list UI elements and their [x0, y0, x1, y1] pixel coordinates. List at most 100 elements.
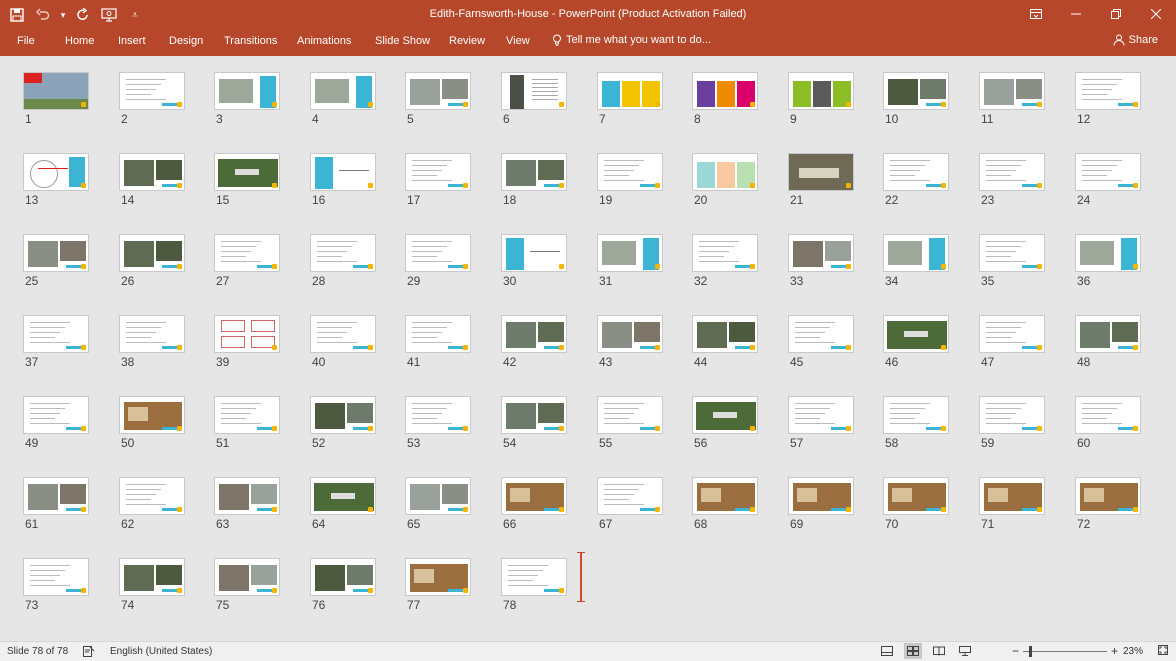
save-icon[interactable]: [6, 4, 28, 26]
slide-thumbnail-14[interactable]: 14: [119, 153, 187, 207]
zoom-thumb[interactable]: [1029, 645, 1033, 657]
slide-thumbnail-19[interactable]: 19: [597, 153, 665, 207]
undo-icon[interactable]: [32, 4, 54, 26]
zoom-out-icon[interactable]: −: [1012, 644, 1019, 658]
undo-dropdown-icon[interactable]: ▾: [58, 4, 68, 26]
zoom-slider[interactable]: − +: [1012, 644, 1118, 658]
slide-thumbnail-13[interactable]: 13: [23, 153, 91, 207]
slide-sorter-view-icon[interactable]: [904, 643, 922, 659]
slide-thumbnail-51[interactable]: 51: [214, 396, 282, 450]
slide-thumbnail-75[interactable]: 75: [214, 558, 282, 612]
customize-qat-icon[interactable]: ⩡: [124, 4, 146, 26]
slide-thumbnail-44[interactable]: 44: [692, 315, 760, 369]
slide-thumbnail-7[interactable]: 7: [597, 72, 665, 126]
slide-thumbnail-46[interactable]: 46: [883, 315, 951, 369]
slide-thumbnail-3[interactable]: 3: [214, 72, 282, 126]
zoom-in-icon[interactable]: +: [1111, 644, 1118, 658]
slide-thumbnail-65[interactable]: 65: [405, 477, 473, 531]
slide-thumbnail-58[interactable]: 58: [883, 396, 951, 450]
tab-insert[interactable]: Insert: [118, 34, 146, 48]
slide-thumbnail-52[interactable]: 52: [310, 396, 378, 450]
slide-thumbnail-55[interactable]: 55: [597, 396, 665, 450]
slide-thumbnail-61[interactable]: 61: [23, 477, 91, 531]
start-presentation-icon[interactable]: [98, 4, 120, 26]
slide-thumbnail-76[interactable]: 76: [310, 558, 378, 612]
slide-thumbnail-33[interactable]: 33: [788, 234, 856, 288]
slide-thumbnail-38[interactable]: 38: [119, 315, 187, 369]
restore-icon[interactable]: [1096, 0, 1136, 28]
slide-thumbnail-42[interactable]: 42: [501, 315, 569, 369]
slide-thumbnail-27[interactable]: 27: [214, 234, 282, 288]
slide-thumbnail-31[interactable]: 31: [597, 234, 665, 288]
tab-home[interactable]: Home: [65, 34, 94, 48]
slide-thumbnail-10[interactable]: 10: [883, 72, 951, 126]
slide-thumbnail-28[interactable]: 28: [310, 234, 378, 288]
slide-thumbnail-40[interactable]: 40: [310, 315, 378, 369]
slide-thumbnail-72[interactable]: 72: [1075, 477, 1143, 531]
tab-design[interactable]: Design: [169, 34, 203, 48]
tab-file[interactable]: File: [17, 34, 35, 48]
slide-thumbnail-68[interactable]: 68: [692, 477, 760, 531]
slide-thumbnail-73[interactable]: 73: [23, 558, 91, 612]
slide-thumbnail-37[interactable]: 37: [23, 315, 91, 369]
slide-thumbnail-70[interactable]: 70: [883, 477, 951, 531]
slide-thumbnail-20[interactable]: 20: [692, 153, 760, 207]
slide-thumbnail-25[interactable]: 25: [23, 234, 91, 288]
slide-thumbnail-29[interactable]: 29: [405, 234, 473, 288]
ribbon-display-options-icon[interactable]: [1016, 0, 1056, 28]
tab-transitions[interactable]: Transitions: [224, 34, 277, 48]
slide-thumbnail-12[interactable]: 12: [1075, 72, 1143, 126]
slide-thumbnail-66[interactable]: 66: [501, 477, 569, 531]
spell-check-icon[interactable]: [83, 645, 95, 660]
slide-thumbnail-49[interactable]: 49: [23, 396, 91, 450]
minimize-icon[interactable]: [1056, 0, 1096, 28]
slide-thumbnail-21[interactable]: 21: [788, 153, 856, 207]
slide-thumbnail-62[interactable]: 62: [119, 477, 187, 531]
slide-thumbnail-32[interactable]: 32: [692, 234, 760, 288]
slide-thumbnail-36[interactable]: 36: [1075, 234, 1143, 288]
slide-thumbnail-8[interactable]: 8: [692, 72, 760, 126]
slide-thumbnail-26[interactable]: 26: [119, 234, 187, 288]
slide-thumbnail-39[interactable]: 39: [214, 315, 282, 369]
slide-thumbnail-16[interactable]: 16: [310, 153, 378, 207]
slide-thumbnail-56[interactable]: 56: [692, 396, 760, 450]
zoom-level[interactable]: 23%: [1123, 646, 1143, 657]
slide-thumbnail-69[interactable]: 69: [788, 477, 856, 531]
slide-thumbnail-18[interactable]: 18: [501, 153, 569, 207]
slide-thumbnail-74[interactable]: 74: [119, 558, 187, 612]
slide-thumbnail-34[interactable]: 34: [883, 234, 951, 288]
slide-thumbnail-48[interactable]: 48: [1075, 315, 1143, 369]
tab-review[interactable]: Review: [449, 34, 485, 48]
slide-thumbnail-11[interactable]: 11: [979, 72, 1047, 126]
zoom-track[interactable]: [1023, 645, 1108, 657]
tab-view[interactable]: View: [506, 34, 530, 48]
reading-view-icon[interactable]: [930, 643, 948, 659]
slide-thumbnail-67[interactable]: 67: [597, 477, 665, 531]
tell-me-box[interactable]: Tell me what you want to do...: [552, 34, 711, 46]
slide-thumbnail-30[interactable]: 30: [501, 234, 569, 288]
slide-thumbnail-78[interactable]: 78: [501, 558, 569, 612]
slide-thumbnail-63[interactable]: 63: [214, 477, 282, 531]
slide-thumbnail-6[interactable]: 6: [501, 72, 569, 126]
fit-to-window-icon[interactable]: [1157, 644, 1169, 659]
slide-thumbnail-53[interactable]: 53: [405, 396, 473, 450]
slide-thumbnail-47[interactable]: 47: [979, 315, 1047, 369]
close-icon[interactable]: [1136, 0, 1176, 28]
normal-view-icon[interactable]: [878, 643, 896, 659]
slide-thumbnail-15[interactable]: 15: [214, 153, 282, 207]
share-button[interactable]: Share: [1113, 34, 1158, 46]
slide-thumbnail-41[interactable]: 41: [405, 315, 473, 369]
slide-thumbnail-59[interactable]: 59: [979, 396, 1047, 450]
slide-thumbnail-57[interactable]: 57: [788, 396, 856, 450]
tab-animations[interactable]: Animations: [297, 34, 351, 48]
slide-thumbnail-64[interactable]: 64: [310, 477, 378, 531]
slide-thumbnail-24[interactable]: 24: [1075, 153, 1143, 207]
slide-thumbnail-60[interactable]: 60: [1075, 396, 1143, 450]
slide-thumbnail-45[interactable]: 45: [788, 315, 856, 369]
slide-thumbnail-54[interactable]: 54: [501, 396, 569, 450]
slide-thumbnail-1[interactable]: 1: [23, 72, 91, 126]
language-status[interactable]: English (United States): [110, 646, 212, 657]
slide-thumbnail-22[interactable]: 22: [883, 153, 951, 207]
slide-thumbnail-4[interactable]: 4: [310, 72, 378, 126]
slide-thumbnail-71[interactable]: 71: [979, 477, 1047, 531]
